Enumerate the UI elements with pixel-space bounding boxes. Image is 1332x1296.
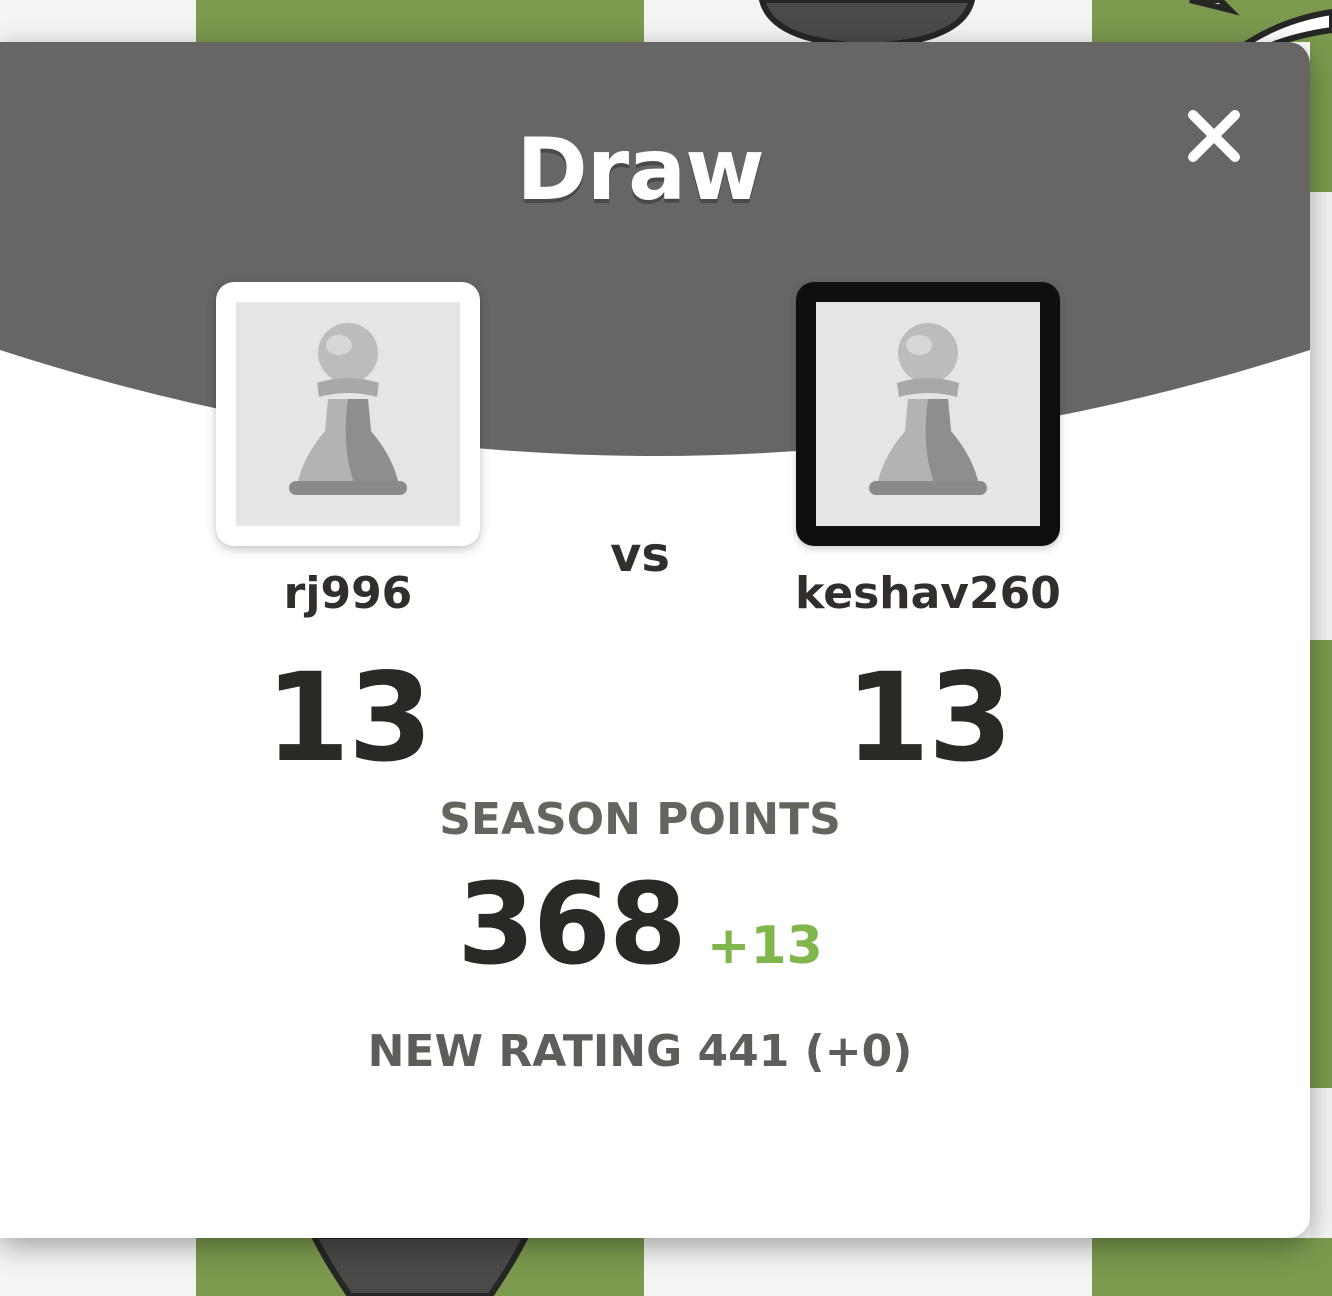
board-square	[1092, 1238, 1332, 1296]
versus-label: vs	[610, 527, 670, 583]
board-square	[1310, 192, 1332, 640]
player-name-left[interactable]: rj996	[148, 568, 548, 619]
board-square	[1310, 42, 1332, 192]
result-title: Draw	[516, 120, 764, 220]
season-points-row: 368 +13	[0, 860, 1280, 990]
season-points-label: SEASON POINTS	[439, 794, 841, 845]
pawn-avatar-icon	[869, 323, 987, 495]
season-points-value: 368	[457, 860, 687, 990]
game-result-modal: Draw vs rj996 keshav260 13 13 SEASON POI…	[0, 42, 1310, 1238]
player-name-right[interactable]: keshav260	[728, 568, 1128, 619]
pawn-avatar-icon	[289, 323, 407, 495]
player-score-left: 13	[265, 647, 433, 789]
close-icon	[1188, 110, 1240, 162]
game-screen: Draw vs rj996 keshav260 13 13 SEASON POI…	[0, 0, 1332, 1296]
close-button[interactable]	[1172, 94, 1256, 178]
player-avatar-left[interactable]	[216, 282, 480, 546]
new-rating-text: NEW RATING 441 (+0)	[367, 1026, 913, 1077]
board-square	[644, 1238, 1092, 1296]
board-pawn-icon	[310, 1236, 530, 1296]
modal-header	[0, 42, 1310, 456]
season-points-delta: +13	[706, 916, 823, 976]
player-score-right: 13	[845, 647, 1013, 789]
player-avatar-right[interactable]	[796, 282, 1060, 546]
board-square	[196, 0, 644, 42]
board-square	[1310, 640, 1332, 1088]
